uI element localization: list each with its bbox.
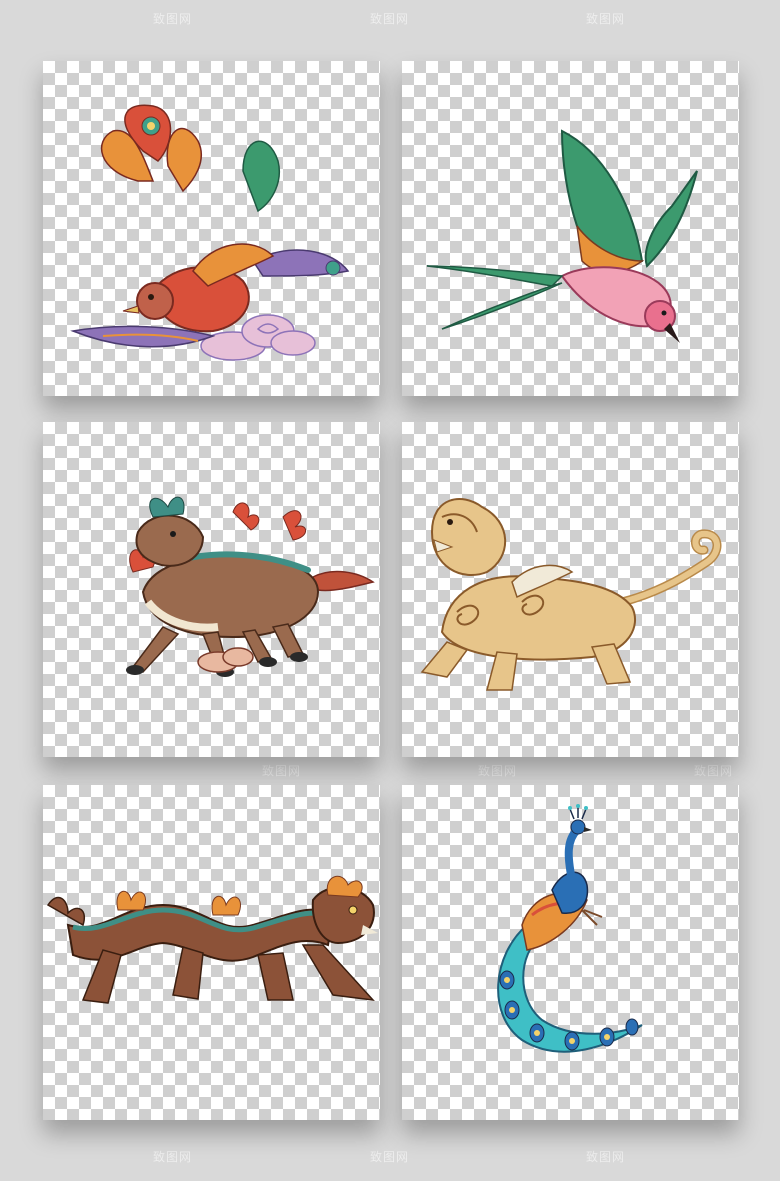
- card-swallow[interactable]: [402, 61, 739, 396]
- card-phoenix[interactable]: [43, 61, 380, 396]
- watermark-row-bottom: 致图网 致图网 致图网: [0, 1148, 780, 1168]
- qilin-illustration: [126, 496, 375, 677]
- watermark-text: 致图网: [370, 1150, 410, 1164]
- watermark-text: 致图网: [370, 12, 410, 26]
- watermark-text: 致图网: [153, 12, 193, 26]
- dragon-illustration: [46, 875, 378, 1004]
- watermark-text: 致图网: [586, 1150, 626, 1164]
- watermark-row-top: 致图网 致图网 致图网: [0, 10, 780, 30]
- phoenix-illustration: [70, 104, 350, 361]
- watermark-text: 致图网: [478, 764, 518, 778]
- pixiu-lion-illustration: [420, 498, 722, 691]
- card-pixiu-lion[interactable]: [402, 422, 739, 757]
- watermark-text: 致图网: [262, 764, 302, 778]
- card-peacock[interactable]: [402, 785, 739, 1120]
- card-qilin[interactable]: [43, 422, 380, 757]
- watermark-text: 致图网: [694, 764, 734, 778]
- watermark-row-middle: 致图网 致图网 致图网: [0, 762, 780, 782]
- peacock-illustration: [497, 804, 643, 1053]
- card-dragon[interactable]: [43, 785, 380, 1120]
- watermark-text: 致图网: [153, 1150, 193, 1164]
- cloud-shape: [197, 647, 254, 673]
- watermark-text: 致图网: [586, 12, 626, 26]
- swallow-illustration: [426, 129, 698, 343]
